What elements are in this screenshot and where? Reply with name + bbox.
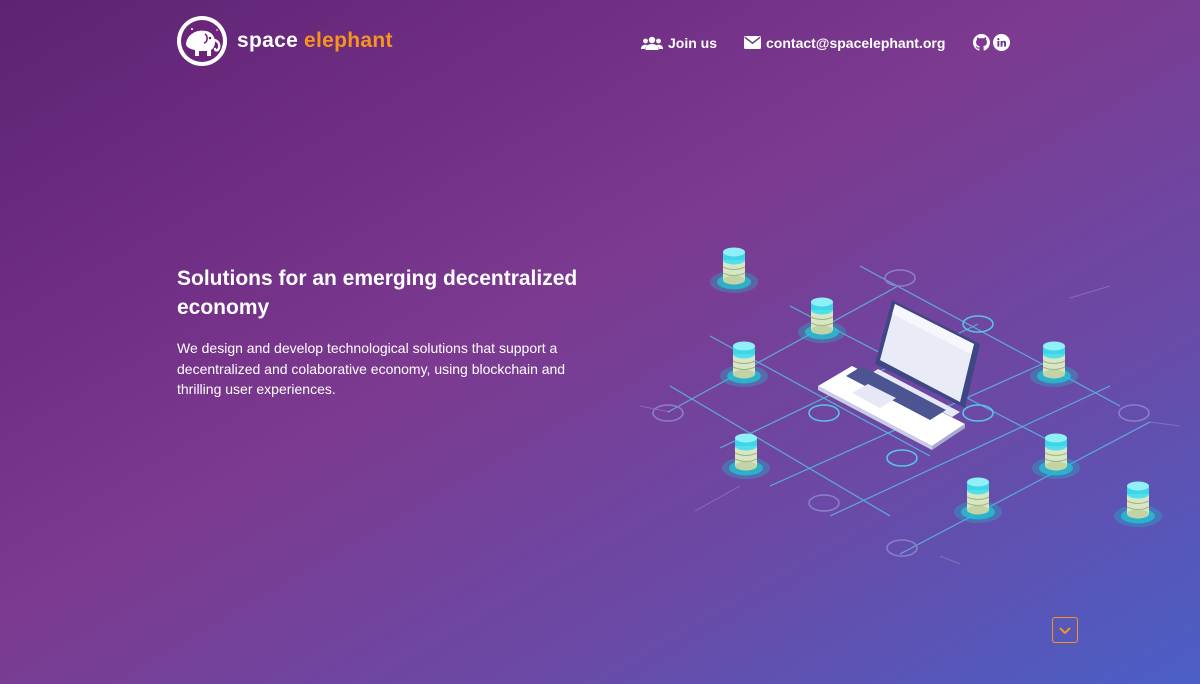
- laptop-illustration: [818, 300, 980, 450]
- data-stack-icon: [954, 477, 1002, 523]
- brand-name-part2: elephant: [304, 29, 393, 52]
- scroll-down-button[interactable]: [1052, 617, 1078, 643]
- elephant-logo-icon: [177, 16, 227, 66]
- data-stack-icon: [1030, 341, 1078, 387]
- brand-name-part1: space: [237, 29, 299, 52]
- data-stack-icon: [710, 247, 758, 293]
- github-icon[interactable]: [973, 34, 991, 51]
- envelope-icon: [744, 36, 762, 49]
- contact-email-label: contact@spacelephant.org: [766, 34, 946, 51]
- data-stack-icon: [1032, 433, 1080, 479]
- social-links: [973, 34, 1011, 51]
- data-stack-icon: [1114, 481, 1162, 527]
- users-icon: [641, 36, 663, 50]
- hero-description: We design and develop technological solu…: [177, 340, 566, 397]
- blockchain-illustration: [639, 236, 1181, 566]
- top-navigation: Join us contact@spacelephant.org: [641, 34, 1011, 51]
- linkedin-icon[interactable]: [993, 34, 1011, 51]
- brand-name: space elephant: [237, 29, 393, 53]
- brand-logo[interactable]: space elephant: [177, 16, 393, 66]
- join-us-link[interactable]: Join us: [641, 35, 717, 51]
- contact-email-link[interactable]: contact@spacelephant.org: [744, 35, 945, 51]
- data-stack-icon: [798, 297, 846, 343]
- join-us-label: Join us: [668, 34, 718, 51]
- chevron-down-icon: [1059, 623, 1071, 638]
- hero-title: Solutions for an emerging decentralized …: [177, 267, 578, 319]
